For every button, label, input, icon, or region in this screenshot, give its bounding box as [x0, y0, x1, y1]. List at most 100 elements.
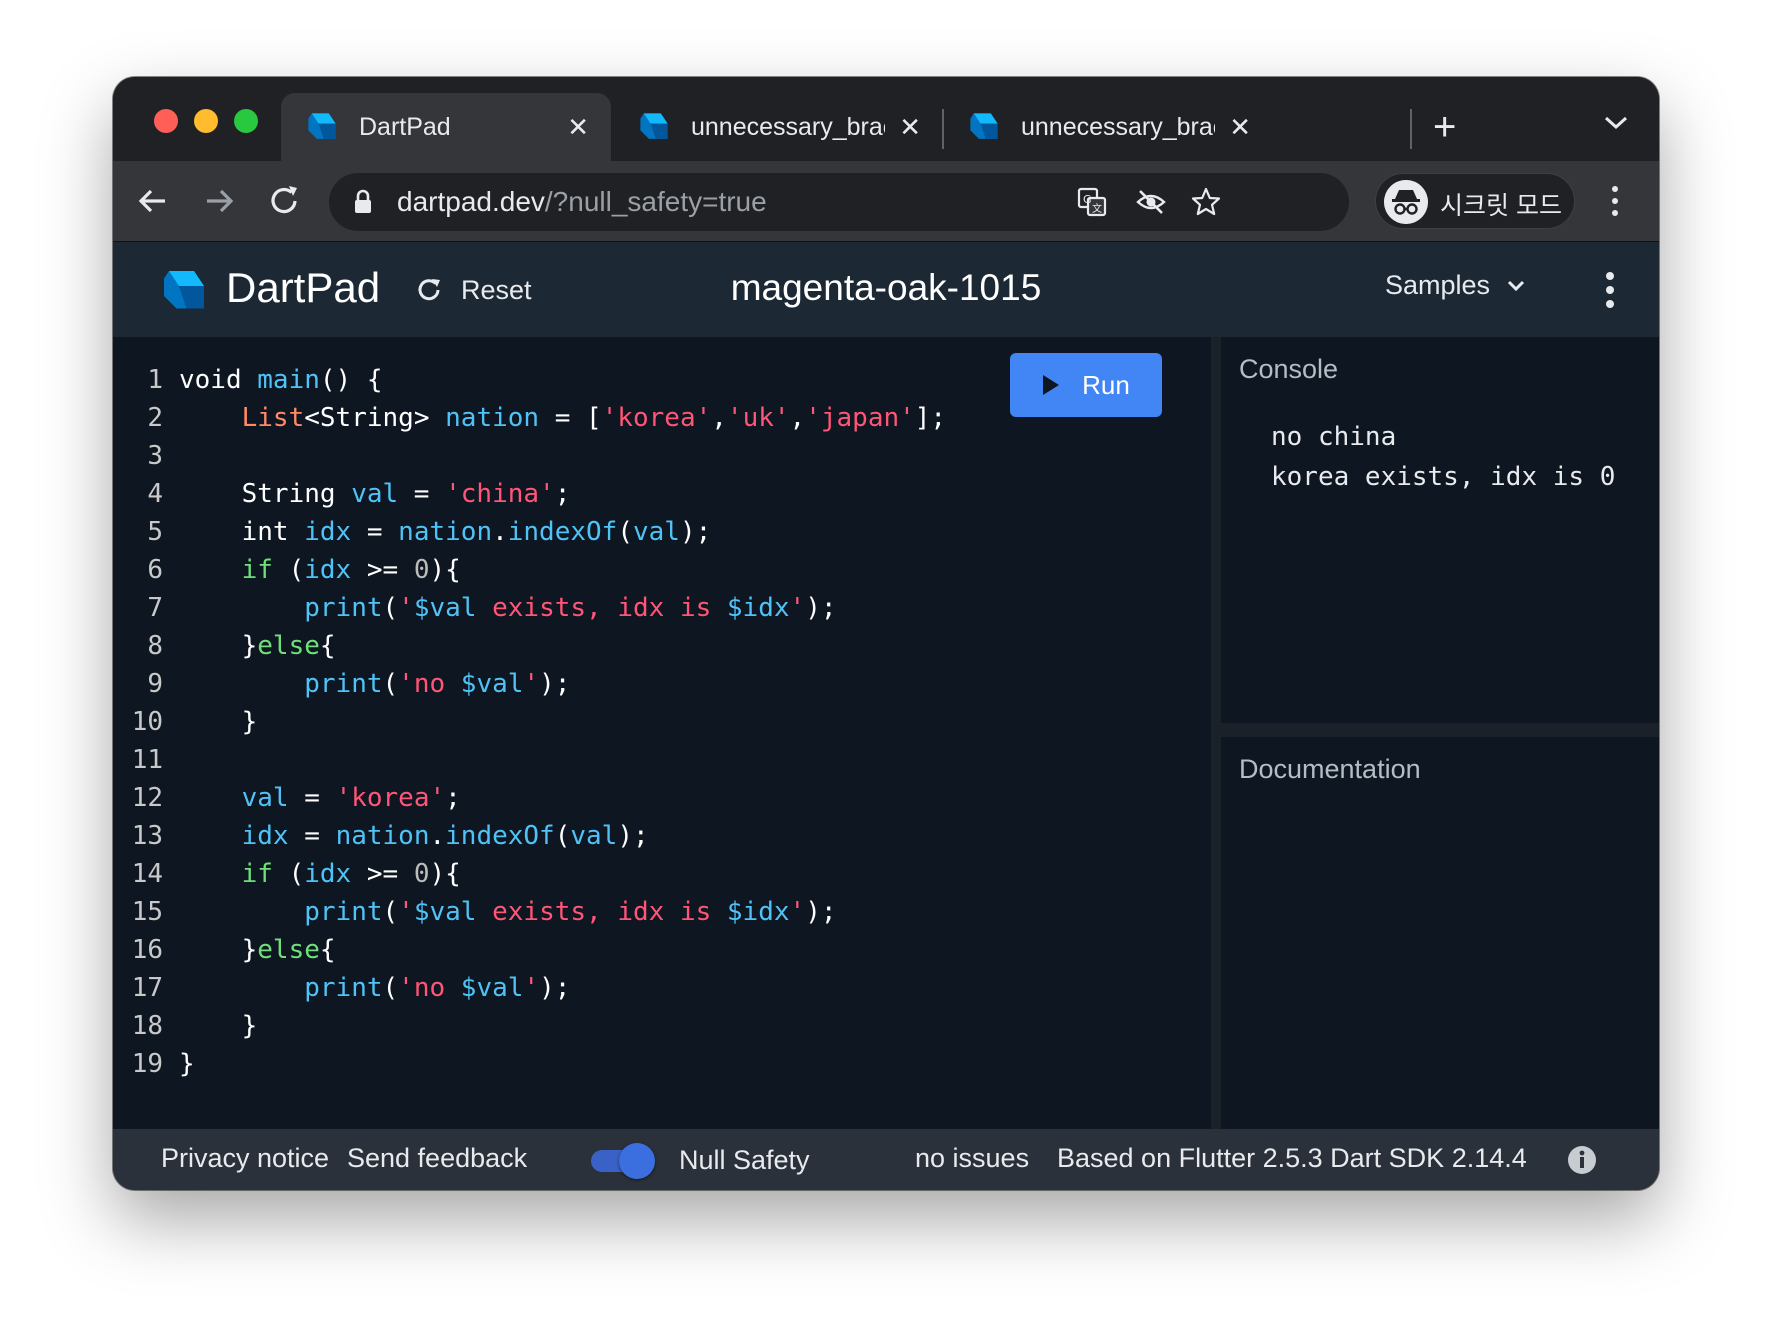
console-title: Console [1239, 354, 1339, 384]
star-icon[interactable] [1191, 187, 1221, 217]
line-number: 3 [147, 441, 163, 471]
code-line[interactable]: 14 if (idx >= 0){ [113, 855, 946, 893]
code-token: = [ [539, 403, 602, 433]
code-token: nation [398, 517, 493, 547]
close-window-button[interactable] [154, 109, 178, 133]
close-tab-icon[interactable]: ✕ [567, 112, 589, 143]
code-line[interactable]: 16 }else{ [113, 931, 946, 969]
code-line[interactable]: 11 [113, 741, 946, 779]
code-token: $val [413, 897, 477, 927]
code-token: $idx [726, 593, 790, 623]
code-token: val [241, 783, 289, 813]
url-host: dartpad.dev [397, 186, 545, 217]
code-token: ( [382, 897, 399, 927]
code-token: $val [460, 669, 524, 699]
code-line[interactable]: 13 idx = nation.indexOf(val); [113, 817, 946, 855]
code-lines[interactable]: 1 void main() {2 List<String> nation = ['… [113, 361, 946, 1083]
more-menu-icon[interactable] [1605, 270, 1615, 310]
tab-dartpad[interactable]: DartPad ✕ [281, 93, 611, 161]
line-number: 18 [131, 1011, 163, 1041]
code-line[interactable]: 18 } [113, 1007, 946, 1045]
code-token: idx [304, 555, 352, 585]
code-line[interactable]: 2 List<String> nation = ['korea','uk','j… [113, 399, 946, 437]
code-line[interactable]: 4 String val = 'china'; [113, 475, 946, 513]
browser-window: DartPad ✕ unnecessary_brace_i ✕ unnecess… [113, 77, 1659, 1190]
code-line[interactable]: 8 }else{ [113, 627, 946, 665]
code-token: indexOf [507, 517, 618, 547]
close-tab-icon[interactable]: ✕ [899, 112, 921, 143]
line-number: 13 [131, 821, 163, 851]
code-line[interactable]: 7 print('$val exists, idx is $idx'); [113, 589, 946, 627]
code-line[interactable]: 6 if (idx >= 0){ [113, 551, 946, 589]
send-feedback-link[interactable]: Send feedback [347, 1143, 527, 1174]
code-text: idx = nation.indexOf(val); [179, 817, 649, 855]
close-tab-icon[interactable]: ✕ [1229, 112, 1251, 143]
minimize-window-button[interactable] [194, 109, 218, 133]
lock-icon[interactable] [353, 189, 373, 215]
code-text: }else{ [179, 931, 336, 969]
code-token: { [319, 935, 336, 965]
tab-unnecessary-brace-2[interactable]: unnecessary_brace_i ✕ [943, 93, 1273, 161]
run-button[interactable]: Run [1010, 353, 1162, 417]
browser-menu-icon[interactable] [1610, 183, 1620, 219]
code-token: ); [805, 593, 837, 623]
dart-logo-icon [640, 113, 668, 139]
code-line[interactable]: 9 print('no $val'); [113, 665, 946, 703]
code-line[interactable]: 10 } [113, 703, 946, 741]
line-number: 12 [131, 783, 163, 813]
reload-icon[interactable] [262, 179, 306, 223]
incognito-profile-button[interactable]: 시크릿 모드 [1375, 173, 1575, 229]
forward-icon[interactable] [197, 179, 241, 223]
line-number: 15 [131, 897, 163, 927]
info-icon[interactable] [1566, 1144, 1598, 1176]
tab-title: unnecessary_brace_i [1021, 112, 1215, 141]
svg-text:G: G [1083, 193, 1092, 206]
code-line[interactable]: 12 val = 'korea'; [113, 779, 946, 817]
tab-unnecessary-brace-1[interactable]: unnecessary_brace_i ✕ [613, 93, 943, 161]
status-footer: Privacy notice Send feedback Null Safety… [113, 1129, 1659, 1190]
code-line[interactable]: 15 print('$val exists, idx is $idx'); [113, 893, 946, 931]
code-token: ); [539, 669, 571, 699]
code-token: ; [554, 479, 571, 509]
code-token: String [179, 479, 352, 509]
code-token: else [257, 631, 320, 661]
eye-off-icon[interactable] [1135, 187, 1167, 217]
tab-search-icon[interactable] [1603, 115, 1629, 131]
code-token: ' [789, 897, 806, 927]
null-safety-toggle[interactable] [591, 1143, 655, 1179]
code-line[interactable]: 19} [113, 1045, 946, 1083]
documentation-panel: Documentation [1221, 737, 1659, 1129]
code-line[interactable]: 5 int idx = nation.indexOf(val); [113, 513, 946, 551]
zoom-window-button[interactable] [234, 109, 258, 133]
new-tab-button[interactable]: + [1433, 107, 1456, 147]
address-bar[interactable]: dartpad.dev/?null_safety=true G 文 [329, 173, 1349, 231]
run-label: Run [1082, 369, 1130, 400]
code-token: ( [272, 859, 305, 889]
code-token: = [288, 821, 336, 851]
code-line[interactable]: 1 void main() { [113, 361, 946, 399]
code-token: ' [523, 973, 540, 1003]
code-line[interactable]: 17 print('no $val'); [113, 969, 946, 1007]
back-icon[interactable] [131, 179, 175, 223]
incognito-icon [1384, 180, 1428, 224]
code-editor[interactable]: 1 void main() {2 List<String> nation = ['… [113, 337, 1221, 1129]
translate-icon[interactable]: G 文 [1077, 187, 1107, 217]
code-line[interactable]: 3 [113, 437, 946, 475]
tab-title: DartPad [359, 112, 451, 141]
code-text: val = 'korea'; [179, 779, 461, 817]
samples-dropdown[interactable]: Samples [1385, 270, 1526, 301]
line-number: 17 [131, 973, 163, 1003]
code-text: } [179, 703, 258, 741]
panel-splitter[interactable] [1221, 723, 1659, 737]
code-token: . [492, 517, 508, 547]
code-token: ( [382, 669, 399, 699]
code-token: ( [617, 517, 633, 547]
code-token: idx [241, 821, 289, 851]
code-token: ); [679, 517, 712, 547]
privacy-notice-link[interactable]: Privacy notice [161, 1143, 329, 1174]
code-token: val [632, 517, 680, 547]
